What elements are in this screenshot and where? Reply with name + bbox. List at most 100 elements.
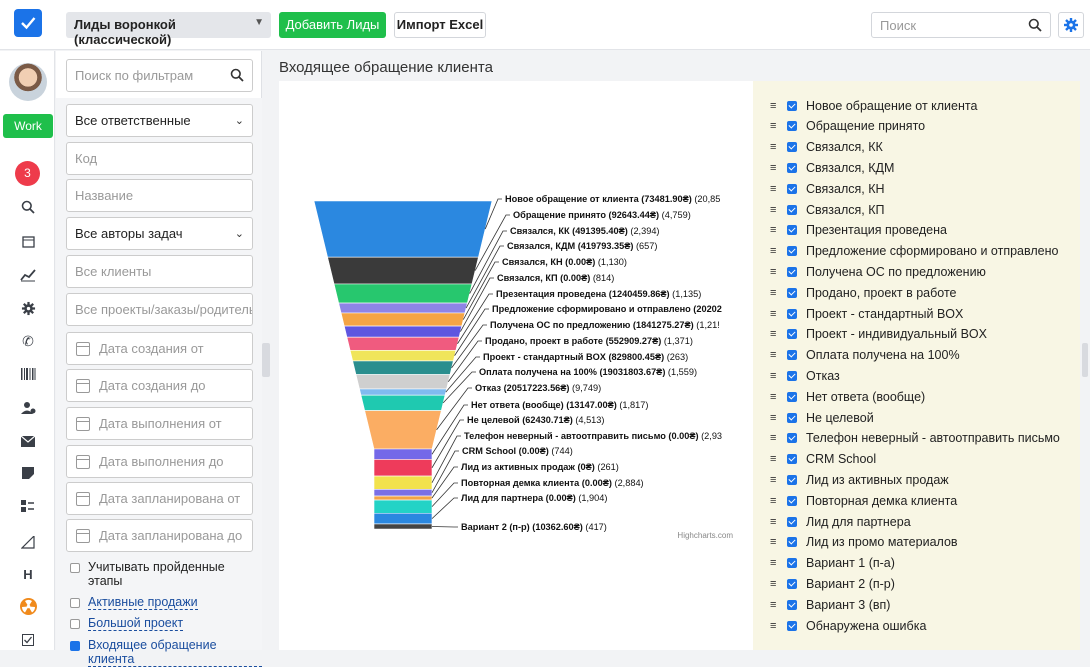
avatar[interactable] bbox=[9, 63, 47, 101]
drag-handle-icon[interactable]: ≡ bbox=[770, 474, 780, 485]
mail-icon[interactable] bbox=[18, 431, 38, 451]
legend-item[interactable]: ≡ Презентация проведена bbox=[770, 220, 947, 241]
legend-item[interactable]: ≡ Получена ОС по предложению bbox=[770, 261, 986, 282]
drag-handle-icon[interactable]: ≡ bbox=[770, 121, 780, 132]
legend-checkbox[interactable] bbox=[787, 183, 797, 194]
barcode-icon[interactable] bbox=[18, 364, 38, 384]
legend-checkbox[interactable] bbox=[787, 433, 797, 444]
calendar-icon[interactable] bbox=[18, 231, 38, 251]
legend-checkbox[interactable] bbox=[787, 558, 797, 569]
add-leads-button[interactable]: Добавить Лиды bbox=[279, 12, 386, 38]
legend-item[interactable]: ≡ Связался, КП bbox=[770, 199, 885, 220]
legend-item[interactable]: ≡ Проект - стандартный BOX bbox=[770, 303, 963, 324]
legend-checkbox[interactable] bbox=[787, 370, 797, 381]
drag-handle-icon[interactable]: ≡ bbox=[770, 537, 780, 548]
date-done-to-field[interactable]: Дата выполнения до bbox=[66, 445, 253, 478]
funnel-segment[interactable] bbox=[355, 374, 451, 390]
legend-item[interactable]: ≡ Вариант 1 (п-а) bbox=[770, 553, 895, 574]
legend-checkbox[interactable] bbox=[787, 266, 797, 277]
responsible-select[interactable]: Все ответственные ⌄ bbox=[66, 104, 253, 137]
legend-item[interactable]: ≡ Лид для партнера bbox=[770, 511, 911, 532]
transfer-icon[interactable] bbox=[18, 496, 38, 516]
legend-checkbox[interactable] bbox=[787, 287, 797, 298]
funnel-segment[interactable] bbox=[340, 312, 466, 327]
legend-checkbox[interactable] bbox=[787, 516, 797, 527]
legend-item[interactable]: ≡ Связался, КДМ bbox=[770, 157, 894, 178]
checkbox[interactable] bbox=[70, 563, 80, 573]
funnel-segment[interactable] bbox=[373, 495, 433, 501]
drag-handle-icon[interactable]: ≡ bbox=[770, 308, 780, 319]
app-logo[interactable] bbox=[14, 9, 42, 37]
document-icon[interactable] bbox=[18, 463, 38, 483]
work-button[interactable]: Work bbox=[3, 114, 53, 138]
drag-handle-icon[interactable]: ≡ bbox=[770, 350, 780, 361]
funnel-segment[interactable] bbox=[364, 410, 442, 450]
funnel-segment[interactable] bbox=[349, 349, 457, 362]
legend-item[interactable]: ≡ Лид из промо материалов bbox=[770, 532, 958, 553]
legend-checkbox[interactable] bbox=[787, 121, 797, 132]
checkbox[interactable] bbox=[70, 598, 80, 608]
date-planned-from-field[interactable]: Дата запланирована от bbox=[66, 482, 253, 515]
drag-handle-icon[interactable]: ≡ bbox=[770, 578, 780, 589]
gear-icon[interactable] bbox=[18, 298, 38, 318]
date-done-from-field[interactable]: Дата выполнения от bbox=[66, 407, 253, 440]
legend-item[interactable]: ≡ Оплата получена на 100% bbox=[770, 345, 960, 366]
legend-checkbox[interactable] bbox=[787, 454, 797, 465]
legend-item[interactable]: ≡ Нет ответа (вообще) bbox=[770, 386, 925, 407]
letter-h-icon[interactable]: H bbox=[18, 564, 38, 584]
drag-handle-icon[interactable]: ≡ bbox=[770, 225, 780, 236]
funnel-segment[interactable] bbox=[313, 200, 493, 258]
phone-icon[interactable]: ✆ bbox=[18, 331, 38, 351]
funnel-segment[interactable] bbox=[333, 283, 473, 304]
drag-handle-icon[interactable]: ≡ bbox=[770, 370, 780, 381]
legend-checkbox[interactable] bbox=[787, 100, 797, 111]
drag-handle-icon[interactable]: ≡ bbox=[770, 204, 780, 215]
legend-checkbox[interactable] bbox=[787, 162, 797, 173]
legend-checkbox[interactable] bbox=[787, 578, 797, 589]
legend-checkbox[interactable] bbox=[787, 620, 797, 631]
legend-checkbox[interactable] bbox=[787, 391, 797, 402]
drag-handle-icon[interactable]: ≡ bbox=[770, 599, 780, 610]
radiation-icon[interactable] bbox=[18, 596, 38, 616]
drag-handle-icon[interactable]: ≡ bbox=[770, 516, 780, 527]
drag-handle-icon[interactable]: ≡ bbox=[770, 433, 780, 444]
legend-item[interactable]: ≡ Связался, КН bbox=[770, 178, 885, 199]
drag-handle-icon[interactable]: ≡ bbox=[770, 391, 780, 402]
funnel-segment[interactable] bbox=[373, 523, 433, 530]
chart-icon[interactable] bbox=[18, 265, 38, 285]
task-authors-select[interactable]: Все авторы задач ⌄ bbox=[66, 217, 253, 250]
drag-handle-icon[interactable]: ≡ bbox=[770, 558, 780, 569]
legend-item[interactable]: ≡ Предложение сформировано и отправлено bbox=[770, 241, 1058, 262]
panel-resize-handle[interactable] bbox=[1082, 343, 1088, 377]
filter-search-input[interactable]: Поиск по фильтрам bbox=[66, 59, 253, 92]
search-icon[interactable] bbox=[230, 68, 244, 85]
funnel-segment[interactable] bbox=[373, 459, 433, 477]
user-icon[interactable] bbox=[18, 398, 38, 418]
legend-item[interactable]: ≡ Продано, проект в работе bbox=[770, 282, 956, 303]
date-created-from-field[interactable]: Дата создания от bbox=[66, 332, 253, 365]
funnel-segment[interactable] bbox=[338, 302, 468, 314]
projects-field[interactable]: Все проекты/заказы/родитель bbox=[66, 293, 253, 326]
filter-check-active-sales[interactable]: Активные продажи bbox=[70, 595, 198, 610]
drag-handle-icon[interactable]: ≡ bbox=[770, 329, 780, 340]
global-search-input[interactable]: Поиск bbox=[871, 12, 1051, 38]
legend-checkbox[interactable] bbox=[787, 350, 797, 361]
checkbox[interactable] bbox=[70, 619, 80, 629]
filter-check-incoming[interactable]: Входящее обращение клиента bbox=[70, 638, 262, 667]
funnel-segment[interactable] bbox=[343, 325, 463, 338]
filter-check-label[interactable]: Большой проект bbox=[88, 616, 184, 631]
date-planned-to-field[interactable]: Дата запланирована до bbox=[66, 519, 253, 552]
import-excel-button[interactable]: Импорт Excel bbox=[394, 12, 486, 38]
search-icon[interactable] bbox=[1028, 18, 1042, 35]
filter-check-label[interactable]: Активные продажи bbox=[88, 595, 198, 610]
drag-handle-icon[interactable]: ≡ bbox=[770, 100, 780, 111]
drag-handle-icon[interactable]: ≡ bbox=[770, 183, 780, 194]
drag-handle-icon[interactable]: ≡ bbox=[770, 412, 780, 423]
drag-handle-icon[interactable]: ≡ bbox=[770, 620, 780, 631]
legend-checkbox[interactable] bbox=[787, 204, 797, 215]
legend-item[interactable]: ≡ Проект - индивидуальный BOX bbox=[770, 324, 987, 345]
funnel-segment[interactable] bbox=[360, 394, 446, 411]
date-created-to-field[interactable]: Дата создания до bbox=[66, 369, 253, 402]
legend-checkbox[interactable] bbox=[787, 225, 797, 236]
drag-handle-icon[interactable]: ≡ bbox=[770, 495, 780, 506]
